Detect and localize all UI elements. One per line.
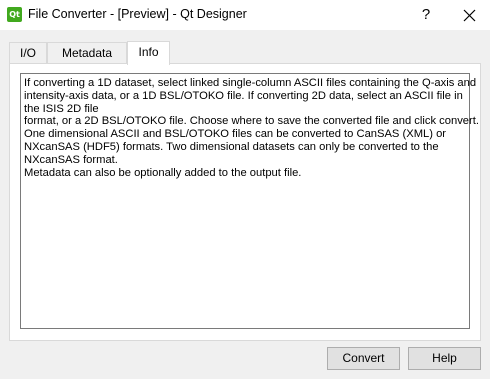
info-line: NXcanSAS (HDF5) formats. Two dimensional… (24, 140, 439, 153)
close-icon (463, 9, 476, 22)
info-line: If converting a 1D dataset, select linke… (24, 77, 477, 89)
help-button[interactable]: Help (408, 347, 481, 370)
info-line: Metadata can also be optionally added to… (24, 166, 302, 179)
qt-app-icon: Qt (7, 7, 22, 22)
close-button[interactable] (450, 0, 490, 30)
info-text-box[interactable]: If converting a 1D dataset, select linke… (20, 73, 479, 329)
title-bar: Qt File Converter - [Preview] - Qt Desig… (0, 0, 490, 30)
tab-metadata[interactable]: Metadata (47, 42, 127, 64)
context-help-button[interactable]: ? (410, 0, 442, 30)
tab-io[interactable]: I/O (9, 42, 47, 64)
info-tab-panel: If converting a 1D dataset, select linke… (9, 63, 481, 341)
info-line: intensity-axis data, or a 1D BSL/OTOKO f… (24, 89, 463, 102)
info-line: the ISIS 2D file (24, 102, 99, 115)
window-title: File Converter - [Preview] - Qt Designer (28, 7, 247, 21)
tab-info[interactable]: Info (127, 41, 170, 65)
info-line: NXcanSAS format. (24, 153, 118, 166)
info-line: format, or a 2D BSL/OTOKO file. Choose w… (24, 115, 479, 128)
convert-button[interactable]: Convert (327, 347, 400, 370)
info-line: One dimensional ASCII and BSL/OTOKO file… (24, 128, 447, 141)
